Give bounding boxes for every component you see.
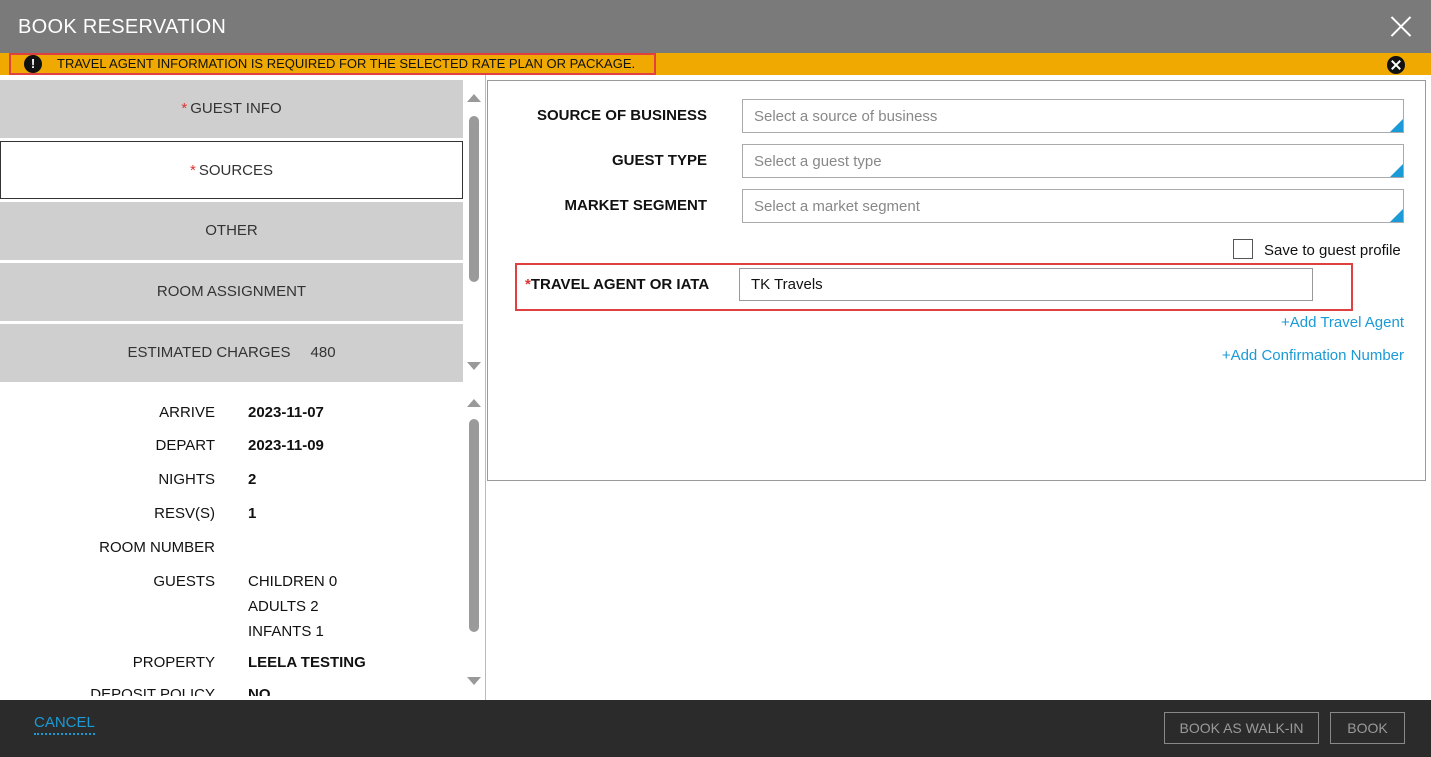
save-to-profile-checkbox[interactable] xyxy=(1233,239,1253,259)
market-segment-label: MARKET SEGMENT xyxy=(564,197,708,214)
property-label: PROPERTY xyxy=(132,654,215,671)
scroll-thumb[interactable] xyxy=(469,419,479,632)
arrive-label: ARRIVE xyxy=(159,404,215,421)
nav-item-label: GUEST INFO xyxy=(190,100,282,117)
alert-banner: ! TRAVEL AGENT INFORMATION IS REQUIRED F… xyxy=(0,53,1431,75)
nights-label: NIGHTS xyxy=(158,471,215,488)
guest-type-label: GUEST TYPE xyxy=(611,152,707,169)
reservation-summary: ARRIVE 2023-11-07 DEPART 2023-11-09 NIGH… xyxy=(0,396,463,696)
market-segment-select[interactable]: Select a market segment xyxy=(742,189,1404,223)
alert-close-icon[interactable] xyxy=(1387,56,1405,74)
scroll-thumb[interactable] xyxy=(469,116,479,282)
alert-message: TRAVEL AGENT INFORMATION IS REQUIRED FOR… xyxy=(57,56,636,71)
select-placeholder: Select a source of business xyxy=(754,108,938,125)
summary-scrollbar[interactable] xyxy=(466,396,482,686)
source-of-business-label: SOURCE OF BUSINESS xyxy=(536,107,707,124)
close-icon[interactable] xyxy=(1389,14,1413,38)
travel-agent-input[interactable] xyxy=(739,268,1313,301)
guests-values: CHILDREN 0 ADULTS 2 INFANTS 1 xyxy=(248,569,337,644)
select-placeholder: Select a guest type xyxy=(754,153,882,170)
section-nav: * GUEST INFO * SOURCES OTHER ROOM ASSIGNME… xyxy=(0,80,463,385)
add-travel-agent-link[interactable]: +Add Travel Agent xyxy=(1281,314,1404,331)
dialog-title: BOOK RESERVATION xyxy=(18,16,227,38)
scroll-up-icon[interactable] xyxy=(467,399,481,407)
property-value: LEELA TESTING xyxy=(248,654,366,671)
guests-label: GUESTS xyxy=(153,573,215,590)
dropdown-corner-icon xyxy=(1390,209,1403,222)
source-of-business-select[interactable]: Select a source of business xyxy=(742,99,1404,133)
room-number-label: ROOM NUMBER xyxy=(99,539,215,556)
infants-count: INFANTS 1 xyxy=(248,623,324,640)
nav-scrollbar[interactable] xyxy=(466,92,482,372)
add-confirmation-number-link[interactable]: +Add Confirmation Number xyxy=(1222,347,1404,364)
adults-count: ADULTS 2 xyxy=(248,598,319,615)
title-bar: BOOK RESERVATION xyxy=(0,0,1431,53)
estimated-charges-value: 480 xyxy=(310,344,336,361)
children-count: CHILDREN 0 xyxy=(248,573,338,590)
nav-item-label: ESTIMATED CHARGES xyxy=(127,344,291,361)
nav-item-label: SOURCES xyxy=(198,162,274,179)
dropdown-corner-icon xyxy=(1390,164,1403,177)
resvs-label: RESV(S) xyxy=(154,505,215,522)
required-marker: * xyxy=(189,162,196,179)
nights-value: 2 xyxy=(248,471,257,488)
resvs-value: 1 xyxy=(248,505,257,522)
select-placeholder: Select a market segment xyxy=(754,198,920,215)
scroll-down-icon[interactable] xyxy=(467,677,481,685)
travel-agent-label-text: TRAVEL AGENT OR IATA xyxy=(530,276,710,293)
depart-label: DEPART xyxy=(155,437,215,454)
nav-item-label: OTHER xyxy=(205,222,258,239)
book-button[interactable]: BOOK xyxy=(1330,712,1405,744)
sources-panel: SOURCE OF BUSINESS Select a source of bu… xyxy=(487,80,1426,481)
arrive-value: 2023-11-07 xyxy=(248,404,324,421)
depart-value: 2023-11-09 xyxy=(248,437,324,454)
nav-item-room-assignment[interactable]: ROOM ASSIGNMENT xyxy=(0,263,463,321)
footer-bar: CANCEL BOOK AS WALK-IN BOOK xyxy=(0,700,1431,757)
nav-item-sources[interactable]: * SOURCES xyxy=(0,141,463,199)
guest-type-select[interactable]: Select a guest type xyxy=(742,144,1404,178)
nav-item-estimated-charges[interactable]: ESTIMATED CHARGES 480 xyxy=(0,324,463,382)
travel-agent-highlight: *TRAVEL AGENT OR IATA xyxy=(515,263,1353,311)
nav-item-label: ROOM ASSIGNMENT xyxy=(156,283,307,300)
nav-item-other[interactable]: OTHER xyxy=(0,202,463,260)
deposit-policy-label: DEPOSIT POLICY xyxy=(90,686,215,696)
scroll-up-icon[interactable] xyxy=(467,94,481,102)
required-marker: * xyxy=(181,100,188,117)
dropdown-corner-icon xyxy=(1390,119,1403,132)
book-as-walk-in-button[interactable]: BOOK AS WALK-IN xyxy=(1164,712,1319,744)
warning-icon: ! xyxy=(24,55,42,73)
deposit-policy-value: NO xyxy=(248,686,271,696)
nav-item-guest-info[interactable]: * GUEST INFO xyxy=(0,80,463,138)
cancel-link[interactable]: CANCEL xyxy=(34,714,95,735)
save-to-profile-label: Save to guest profile xyxy=(1264,242,1401,259)
scroll-down-icon[interactable] xyxy=(467,362,481,370)
travel-agent-label: *TRAVEL AGENT OR IATA xyxy=(525,276,709,293)
left-pane: * GUEST INFO * SOURCES OTHER ROOM ASSIGNME… xyxy=(0,75,486,700)
